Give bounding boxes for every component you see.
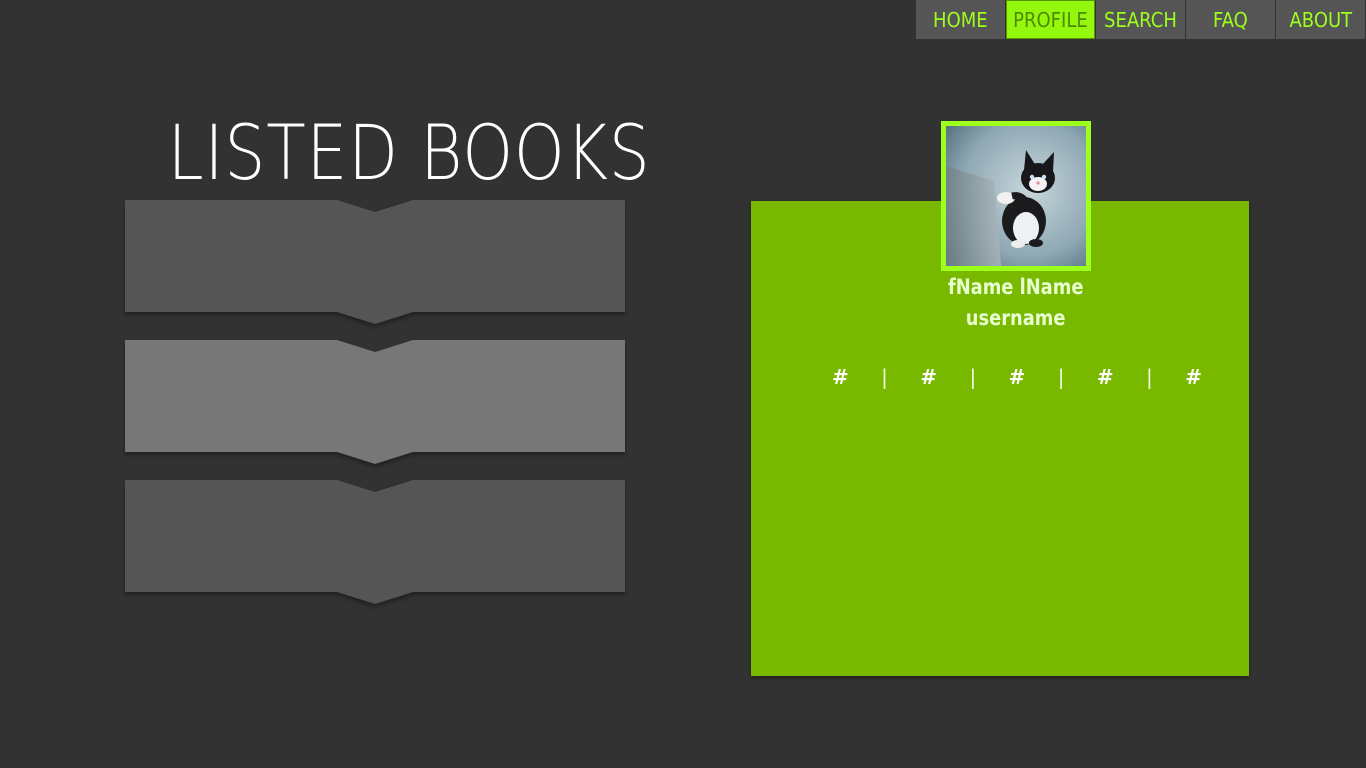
nav-faq-label: FAQ xyxy=(1213,7,1248,32)
book-ribbon-shape xyxy=(125,480,625,604)
nav-home-button[interactable]: HOME xyxy=(916,0,1005,39)
stat-4: # xyxy=(1096,365,1114,389)
profile-fullname-text: fName lName xyxy=(948,275,1084,299)
profile-username-text: username xyxy=(966,306,1066,330)
profile-username: username xyxy=(751,306,1281,330)
profile-card xyxy=(751,201,1249,676)
book-item-2[interactable] xyxy=(125,340,625,466)
stat-3: # xyxy=(1008,365,1026,389)
listed-books-title-text: LISTED BOOKS xyxy=(167,108,651,197)
book-item-1[interactable] xyxy=(125,200,625,326)
nav-profile[interactable]: PROFILE xyxy=(1006,0,1096,39)
book-item-3[interactable] xyxy=(125,480,625,606)
book-ribbon-3 xyxy=(125,480,625,604)
nav-search-button[interactable]: SEARCH xyxy=(1096,0,1185,39)
book-ribbon-shape xyxy=(125,200,625,324)
book-ribbon-shape xyxy=(125,340,625,464)
nav-faq[interactable]: FAQ xyxy=(1186,0,1276,39)
top-nav: HOME PROFILE SEARCH FAQ ABOUT xyxy=(916,0,1366,39)
nav-faq-button[interactable]: FAQ xyxy=(1186,0,1275,39)
stat-separator: | xyxy=(1146,365,1153,389)
stat-separator: | xyxy=(881,365,888,389)
profile-fullname: fName lName xyxy=(751,275,1281,299)
listed-books-title: LISTED BOOKS xyxy=(125,108,650,197)
nav-about[interactable]: ABOUT xyxy=(1276,0,1366,39)
nav-home[interactable]: HOME xyxy=(916,0,1006,39)
stat-separator: | xyxy=(969,365,977,389)
stat-5: # xyxy=(1185,365,1202,389)
nav-profile-label: PROFILE xyxy=(1013,7,1088,32)
avatar[interactable] xyxy=(941,121,1091,271)
nav-about-label: ABOUT xyxy=(1289,7,1352,32)
nav-profile-button[interactable]: PROFILE xyxy=(1006,0,1095,39)
nav-search[interactable]: SEARCH xyxy=(1096,0,1186,39)
book-ribbon-1 xyxy=(125,200,625,324)
book-ribbon-2 xyxy=(125,340,625,464)
nav-home-label: HOME xyxy=(933,7,988,32)
stat-separator: | xyxy=(1057,365,1065,389)
profile-page: HOME PROFILE SEARCH FAQ ABOUT LISTED BOO… xyxy=(0,0,1366,768)
stat-1: # xyxy=(832,365,849,389)
nav-about-button[interactable]: ABOUT xyxy=(1276,0,1365,39)
kitten-photo-icon xyxy=(946,126,1086,266)
profile-stats: # | # | # | # | # xyxy=(832,365,1202,389)
stat-2: # xyxy=(920,365,938,389)
nav-search-label: SEARCH xyxy=(1104,7,1177,32)
